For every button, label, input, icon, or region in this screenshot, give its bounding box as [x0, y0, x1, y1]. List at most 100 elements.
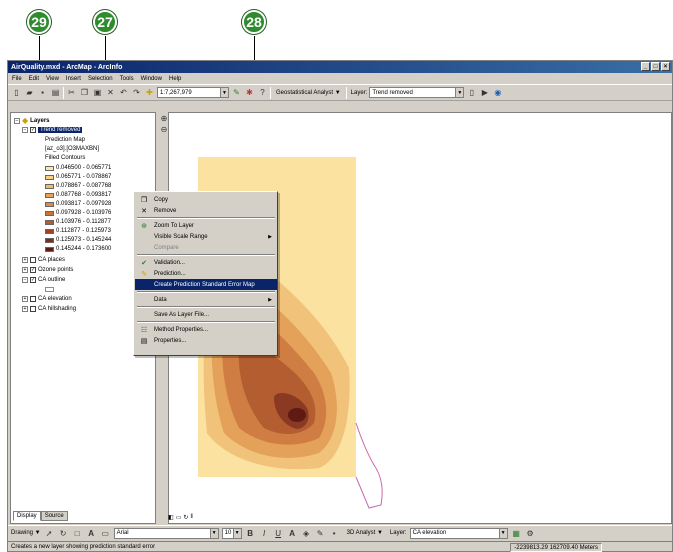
bold-icon[interactable]: B: [245, 528, 256, 539]
menu-item-properties[interactable]: ▤ Properties...: [135, 335, 277, 346]
layout-view-icon[interactable]: ▭: [176, 514, 182, 523]
menu-item-validation[interactable]: ✔ Validation...: [135, 257, 277, 268]
editor-icon[interactable]: ✎: [231, 87, 242, 98]
menu-file[interactable]: File: [12, 76, 22, 82]
copy-icon: ❐: [140, 196, 148, 204]
copy-icon[interactable]: ❐: [79, 87, 90, 98]
data-view-icon[interactable]: ◧: [168, 514, 174, 523]
layers-root[interactable]: − ◆ Layers: [14, 116, 50, 125]
undo-icon[interactable]: ↶: [118, 87, 129, 98]
menu-item-method-properties[interactable]: ☷ Method Properties...: [135, 324, 277, 335]
rectangle-icon[interactable]: □: [72, 528, 83, 539]
menu-item-visible-scale-range[interactable]: Visible Scale Range ▶: [135, 231, 277, 242]
menu-selection[interactable]: Selection: [88, 76, 113, 82]
3d-analyst-menu[interactable]: 3D Analyst ▼: [347, 530, 383, 536]
menu-item-prediction[interactable]: ✎ Prediction...: [135, 268, 277, 279]
legend-swatch: [45, 174, 54, 180]
italic-icon[interactable]: I: [259, 528, 270, 539]
layer-combo[interactable]: Trend removed ▼: [369, 87, 465, 98]
fill-color-icon[interactable]: ◈: [301, 528, 312, 539]
layer-ozone-points[interactable]: + ✓ Ozone points: [22, 267, 73, 273]
menu-insert[interactable]: Insert: [66, 76, 81, 82]
paste-icon[interactable]: ▣: [92, 87, 103, 98]
expand-icon[interactable]: +: [22, 257, 28, 263]
select-elements-icon[interactable]: ➚: [44, 528, 55, 539]
menu-item-label: Method Properties...: [154, 326, 209, 333]
geostatistical-analyst-menu[interactable]: Geostatistical Analyst ▼: [273, 90, 344, 96]
rotate-icon[interactable]: ↻: [58, 528, 69, 539]
menu-help[interactable]: Help: [169, 76, 181, 82]
menu-window[interactable]: Window: [141, 76, 162, 82]
cut-icon[interactable]: ✂: [66, 87, 77, 98]
globe-icon[interactable]: ◉: [492, 87, 503, 98]
legend-swatch: [45, 246, 54, 252]
expand-icon[interactable]: +: [22, 267, 28, 273]
layer-ca-hillshading[interactable]: + CA hillshading: [22, 306, 76, 312]
pause-icon[interactable]: ‖: [190, 514, 192, 523]
menu-item-zoom-to-layer[interactable]: ⊕ Zoom To Layer: [135, 220, 277, 231]
chevron-down-icon: ▼: [209, 528, 218, 538]
underline-icon[interactable]: U: [273, 528, 284, 539]
maximize-icon[interactable]: □: [651, 62, 660, 71]
help-icon[interactable]: ?: [257, 87, 268, 98]
layer-checkbox[interactable]: ✓: [30, 277, 36, 283]
callout-28: 28: [242, 10, 266, 34]
layer-ca-outline[interactable]: − ✓ CA outline: [22, 277, 65, 283]
zoom-out-icon[interactable]: ⊖: [161, 125, 168, 134]
menu-item-save-as-layer-file[interactable]: Save As Layer File...: [135, 309, 277, 320]
expand-icon[interactable]: +: [22, 306, 28, 312]
delete-icon[interactable]: ✕: [105, 87, 116, 98]
scale-combo[interactable]: 1:7,267,979 ▼: [157, 87, 229, 98]
menu-tools[interactable]: Tools: [120, 76, 134, 82]
close-icon[interactable]: ×: [661, 62, 670, 71]
legend-label: 0.112877 - 0.125973: [56, 228, 111, 234]
line-color-icon[interactable]: ✎: [315, 528, 326, 539]
layer-ca-places[interactable]: + CA places: [22, 257, 65, 263]
nav-left-icon[interactable]: ▯: [466, 87, 477, 98]
menu-edit[interactable]: Edit: [29, 76, 39, 82]
drawbar-layer-combo[interactable]: CA elevation ▼: [409, 527, 508, 539]
refresh-icon[interactable]: ↻: [183, 514, 188, 523]
menu-item-copy[interactable]: ❐ Copy: [135, 194, 277, 205]
menu-item-create-prediction-standard-error-map[interactable]: Create Prediction Standard Error Map: [135, 279, 277, 290]
play-icon[interactable]: ▶: [479, 87, 490, 98]
expand-icon[interactable]: +: [22, 296, 28, 302]
font-color-icon[interactable]: A: [287, 528, 298, 539]
tab-display[interactable]: Display: [13, 511, 41, 521]
collapse-icon[interactable]: −: [14, 117, 20, 124]
menu-view[interactable]: View: [46, 76, 59, 82]
save-icon[interactable]: ▪: [37, 87, 48, 98]
toc-subitem: [az_o3].[O3MAXBN]: [45, 146, 99, 152]
layer-checkbox[interactable]: ✓: [30, 127, 36, 133]
font-size-combo[interactable]: 10 ▼: [221, 527, 242, 539]
3d-tool-icon[interactable]: ⚙: [525, 528, 536, 539]
font-combo[interactable]: Arial ▼: [113, 527, 219, 539]
drawing-menu[interactable]: Drawing ▼: [11, 530, 41, 536]
layer-checkbox[interactable]: [30, 296, 36, 302]
marker-color-icon[interactable]: •: [329, 528, 340, 539]
callout-tool-icon[interactable]: ▭: [100, 528, 111, 539]
layer-ca-elevation[interactable]: + CA elevation: [22, 296, 72, 302]
add-data-icon[interactable]: ✚: [144, 87, 155, 98]
menu-item-remove[interactable]: ✕ Remove: [135, 205, 277, 216]
submenu-arrow-icon: ▶: [268, 296, 272, 303]
layer-checkbox[interactable]: [30, 306, 36, 312]
zoom-to-layer-icon: ⊕: [141, 222, 147, 230]
legend-swatch: [45, 165, 54, 171]
tab-source[interactable]: Source: [40, 511, 68, 521]
redo-icon[interactable]: ↷: [131, 87, 142, 98]
collapse-icon[interactable]: −: [22, 277, 28, 283]
open-icon[interactable]: ▰: [24, 87, 35, 98]
new-text-icon[interactable]: A: [86, 528, 97, 539]
layer-properties-icon[interactable]: ▦: [511, 528, 522, 539]
minimize-icon[interactable]: _: [641, 62, 650, 71]
menu-item-data[interactable]: Data ▶: [135, 294, 277, 305]
print-icon[interactable]: ▤: [50, 87, 61, 98]
layer-checkbox[interactable]: ✓: [30, 267, 36, 273]
new-icon[interactable]: ▯: [11, 87, 22, 98]
arctoolbox-icon[interactable]: ✱: [244, 87, 255, 98]
collapse-icon[interactable]: −: [22, 127, 28, 133]
layer-checkbox[interactable]: [30, 257, 36, 263]
layer-trend-removed[interactable]: − ✓ Trend removed: [22, 127, 83, 133]
zoom-in-icon[interactable]: ⊕: [161, 114, 168, 123]
